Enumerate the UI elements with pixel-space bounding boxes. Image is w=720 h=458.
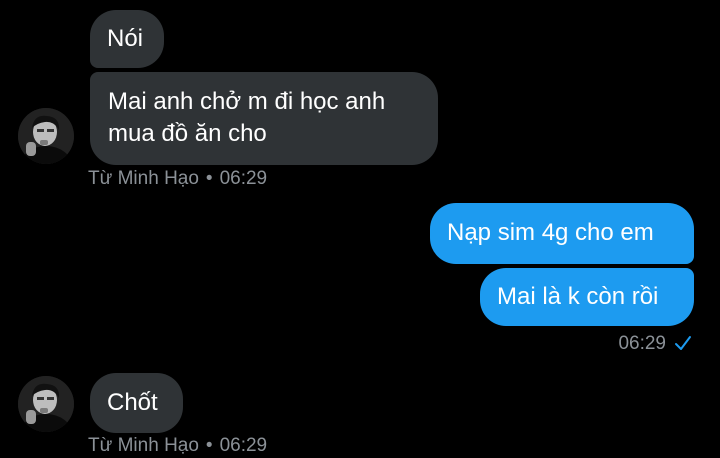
message-time: 06:29 xyxy=(219,168,268,189)
message-bubble-incoming[interactable]: Mai anh chở m đi học anh mua đồ ăn cho xyxy=(90,72,438,165)
message-time: 06:29 xyxy=(219,435,268,456)
message-bubble-outgoing[interactable]: Nạp sim 4g cho em xyxy=(430,203,694,264)
message-time: 06:29 xyxy=(618,333,666,354)
message-text: Nói xyxy=(107,25,144,52)
sender-name: Từ Minh Hạo xyxy=(88,435,199,456)
message-text: Chốt xyxy=(107,389,158,416)
message-text: Nạp sim 4g cho em xyxy=(447,219,654,246)
message-bubble-outgoing[interactable]: Mai là k còn rồi xyxy=(480,268,694,326)
separator-dot: • xyxy=(205,168,213,189)
message-meta: 06:29 xyxy=(618,332,692,356)
message-text: Mai là k còn rồi xyxy=(497,283,659,310)
message-text-line: mua đồ ăn cho xyxy=(108,120,267,147)
contact-avatar[interactable] xyxy=(18,108,74,164)
sender-name: Từ Minh Hạo xyxy=(88,168,199,189)
separator-dot: • xyxy=(205,435,213,456)
message-bubble-incoming[interactable]: Nói xyxy=(90,10,164,68)
avatar-image xyxy=(18,376,74,432)
message-bubble-incoming[interactable]: Chốt xyxy=(90,373,183,433)
contact-avatar[interactable] xyxy=(18,376,74,432)
message-meta: Từ Minh Hạo • 06:29 xyxy=(88,167,267,191)
message-text-line: Mai anh chở m đi học anh xyxy=(108,88,386,115)
checkmark-icon xyxy=(675,336,691,350)
avatar-image xyxy=(18,108,74,164)
message-meta: Từ Minh Hạo • 06:29 xyxy=(88,434,267,458)
